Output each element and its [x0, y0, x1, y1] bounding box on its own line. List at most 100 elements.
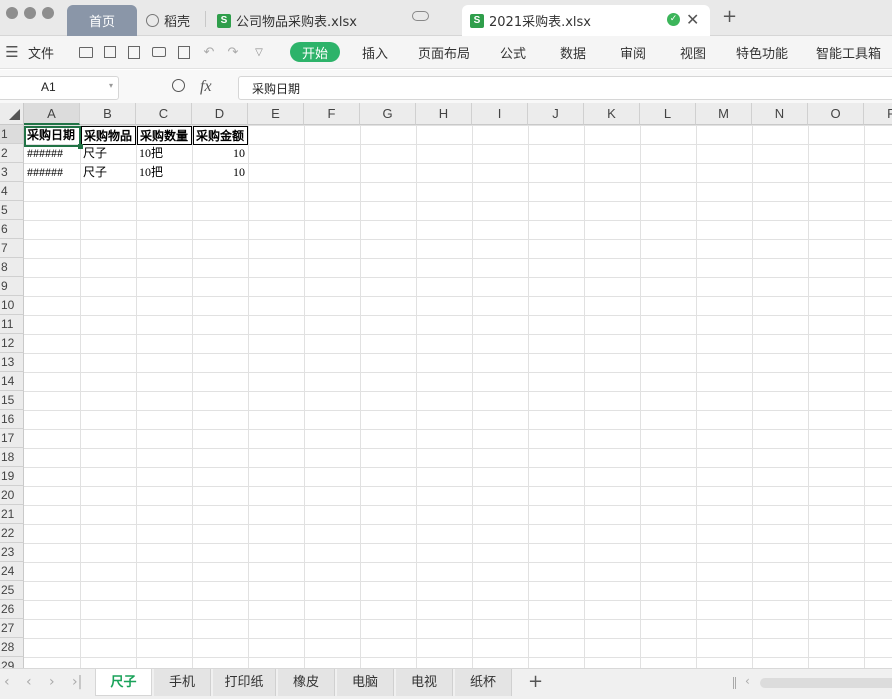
zoom-search-icon[interactable]	[172, 79, 185, 92]
minimize-window-icon[interactable]	[24, 7, 36, 19]
column-header-b[interactable]: B	[80, 103, 136, 125]
cell-b2[interactable]: 尺子	[81, 144, 136, 163]
row-header-22[interactable]: 22	[0, 524, 24, 543]
row-header-12[interactable]: 12	[0, 334, 24, 353]
chevron-down-icon[interactable]: ▾	[109, 81, 113, 90]
row-header-24[interactable]: 24	[0, 562, 24, 581]
column-header-j[interactable]: J	[528, 103, 584, 125]
new-tab-button[interactable]: +	[722, 6, 737, 27]
row-header-21[interactable]: 21	[0, 505, 24, 524]
sheet-tab-2[interactable]: 手机	[154, 669, 211, 696]
print-preview-icon[interactable]	[175, 43, 193, 61]
row-header-27[interactable]: 27	[0, 619, 24, 638]
row-header-28[interactable]: 28	[0, 638, 24, 657]
cell-c3[interactable]: 10把	[137, 163, 192, 182]
menu-start[interactable]: 开始	[290, 42, 340, 62]
zoom-window-icon[interactable]	[42, 7, 54, 19]
row-header-11[interactable]: 11	[0, 315, 24, 334]
print-icon[interactable]	[150, 43, 168, 61]
column-header-h[interactable]: H	[416, 103, 472, 125]
menu-review[interactable]: 审阅	[620, 36, 646, 69]
tab-daoke[interactable]: 稻壳	[140, 5, 200, 36]
row-header-3[interactable]: 3	[0, 163, 24, 182]
formula-input[interactable]: 采购日期	[238, 76, 892, 100]
column-header-n[interactable]: N	[752, 103, 808, 125]
row-header-29[interactable]: 29	[0, 657, 24, 668]
column-header-e[interactable]: E	[248, 103, 304, 125]
row-header-17[interactable]: 17	[0, 429, 24, 448]
close-tab-icon[interactable]: ✕	[686, 10, 699, 29]
horizontal-scrollbar[interactable]	[760, 678, 892, 688]
cell-header-b1[interactable]: 采购物品	[81, 126, 136, 145]
column-header-c[interactable]: C	[136, 103, 192, 125]
spreadsheet-grid[interactable]: ABCDEFGHIJKLMNOP 1 2 3 4 5 6 7 8 9 10 11 12 13 14 15 16…	[0, 103, 892, 668]
fill-handle[interactable]	[78, 144, 83, 149]
row-header-20[interactable]: 20	[0, 486, 24, 505]
row-header-2[interactable]: 2	[0, 144, 24, 163]
next-sheet-icon[interactable]: ›	[49, 674, 55, 690]
prev-sheet-icon[interactable]: ‹	[26, 674, 32, 690]
row-header-10[interactable]: 10	[0, 296, 24, 315]
menu-file[interactable]: 文件	[28, 36, 54, 69]
row-header-18[interactable]: 18	[0, 448, 24, 467]
sheet-tab-3[interactable]: 打印纸	[213, 669, 276, 696]
column-header-d[interactable]: D	[192, 103, 248, 125]
row-header-13[interactable]: 13	[0, 353, 24, 372]
cell-b3[interactable]: 尺子	[81, 163, 136, 182]
menu-smart-toolbox[interactable]: 智能工具箱	[816, 36, 881, 69]
cell-a3[interactable]: ######	[25, 163, 80, 182]
sheet-tab-7[interactable]: 纸杯	[455, 669, 512, 696]
tab-file-company-purchase[interactable]: S 公司物品采购表.xlsx	[211, 5, 407, 36]
close-window-icon[interactable]	[6, 7, 18, 19]
fx-icon[interactable]: fx	[200, 78, 212, 96]
sheet-tab-6[interactable]: 电视	[396, 669, 453, 696]
customize-dropdown-icon[interactable]: ▽	[250, 43, 268, 61]
column-header-k[interactable]: K	[584, 103, 640, 125]
cell-d3[interactable]: 10	[193, 163, 248, 182]
menu-data[interactable]: 数据	[560, 36, 586, 69]
row-header-16[interactable]: 16	[0, 410, 24, 429]
row-header-23[interactable]: 23	[0, 543, 24, 562]
row-header-6[interactable]: 6	[0, 220, 24, 239]
menu-special-features[interactable]: 特色功能	[736, 36, 788, 69]
menu-insert[interactable]: 插入	[362, 36, 388, 69]
open-folder-icon[interactable]	[77, 43, 95, 61]
scroll-left-icon[interactable]: ‹	[745, 674, 750, 688]
undo-icon[interactable]: ↶	[200, 43, 218, 61]
cell-c2[interactable]: 10把	[137, 144, 192, 163]
last-sheet-icon[interactable]: ›|	[72, 674, 82, 690]
row-header-15[interactable]: 15	[0, 391, 24, 410]
column-header-a[interactable]: A	[24, 103, 80, 125]
row-header-8[interactable]: 8	[0, 258, 24, 277]
menu-page-layout[interactable]: 页面布局	[418, 36, 470, 69]
row-header-25[interactable]: 25	[0, 581, 24, 600]
sheet-tab-5[interactable]: 电脑	[337, 669, 394, 696]
row-header-26[interactable]: 26	[0, 600, 24, 619]
column-header-o[interactable]: O	[808, 103, 864, 125]
row-header-5[interactable]: 5	[0, 201, 24, 220]
row-header-9[interactable]: 9	[0, 277, 24, 296]
column-header-m[interactable]: M	[696, 103, 752, 125]
column-header-l[interactable]: L	[640, 103, 696, 125]
column-header-f[interactable]: F	[304, 103, 360, 125]
cell-d2[interactable]: 10	[193, 144, 248, 163]
first-sheet-icon[interactable]: ‹	[4, 674, 10, 690]
save-icon[interactable]	[101, 43, 119, 61]
menu-view[interactable]: 视图	[680, 36, 706, 69]
redo-icon[interactable]: ↷	[224, 43, 242, 61]
row-header-4[interactable]: 4	[0, 182, 24, 201]
row-header-14[interactable]: 14	[0, 372, 24, 391]
add-sheet-button[interactable]: +	[528, 671, 543, 692]
cloud-icon[interactable]	[412, 11, 429, 21]
sheet-tab-1[interactable]: 尺子	[95, 669, 152, 696]
row-header-19[interactable]: 19	[0, 467, 24, 486]
menu-formula[interactable]: 公式	[500, 36, 526, 69]
hamburger-menu-icon[interactable]: ☰	[3, 43, 21, 61]
cell-header-d1[interactable]: 采购金额	[193, 126, 248, 145]
column-header-p[interactable]: P	[864, 103, 892, 125]
export-pdf-icon[interactable]	[125, 43, 143, 61]
scroll-divider[interactable]	[733, 677, 736, 689]
tab-file-2021-purchase[interactable]: S 2021采购表.xlsx ✓ ✕	[462, 5, 710, 36]
select-all-corner[interactable]	[0, 103, 24, 125]
sheet-tab-4[interactable]: 橡皮	[278, 669, 335, 696]
